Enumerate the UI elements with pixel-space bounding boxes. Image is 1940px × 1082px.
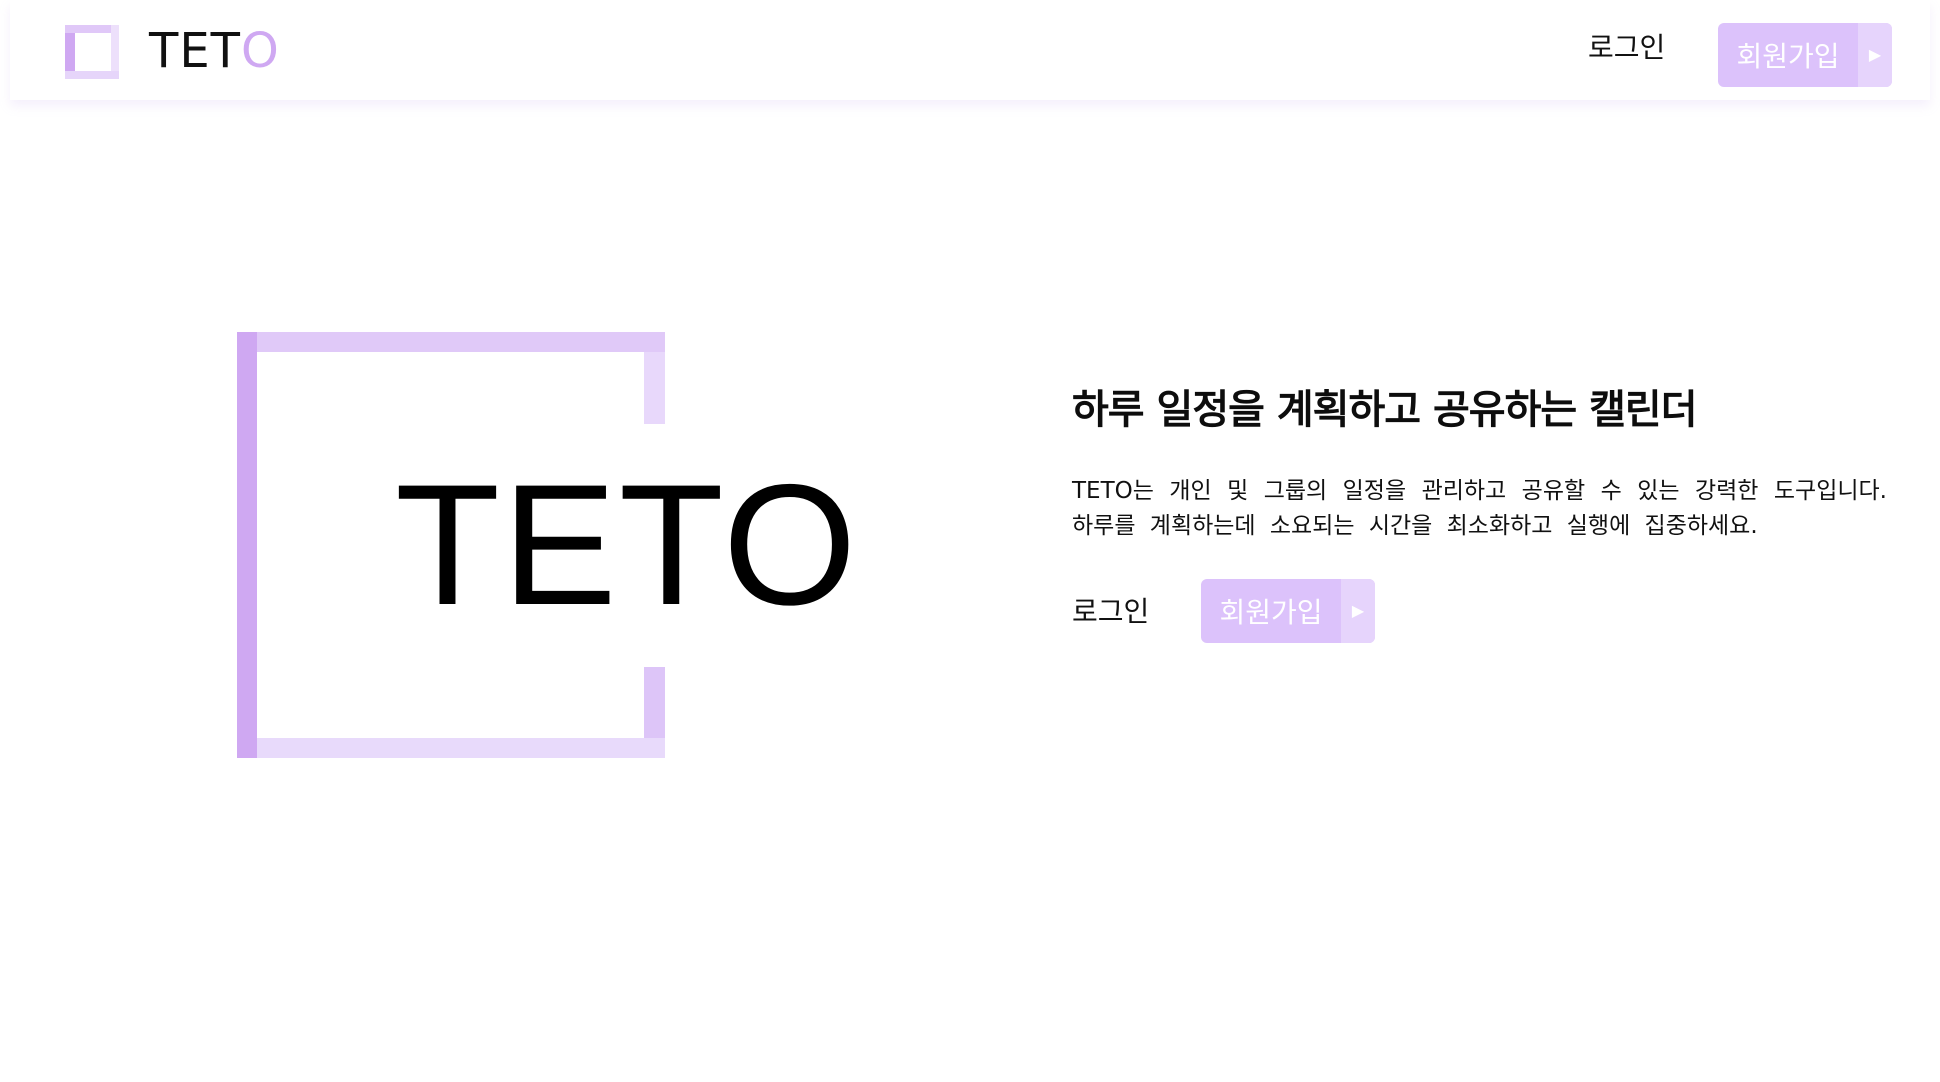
hero-signup-button[interactable]: 회원가입 ▶ xyxy=(1201,579,1375,643)
logo-text: TETO xyxy=(149,22,280,80)
play-arrow-icon: ▶ xyxy=(1858,23,1892,87)
hero-wordmark: TETO xyxy=(395,449,859,641)
hero-title: 하루 일정을 계획하고 공유하는 캘린더 xyxy=(1072,387,1698,433)
hero-signup-label: 회원가입 xyxy=(1219,596,1323,629)
nav-signup-label: 회원가입 xyxy=(1736,40,1840,73)
logo-text-accent: O xyxy=(240,23,280,79)
logo-text-main: TET xyxy=(149,23,241,79)
hero-login-link[interactable]: 로그인 xyxy=(1072,592,1149,632)
nav-signup-button[interactable]: 회원가입 ▶ xyxy=(1718,23,1892,87)
teto-logo-icon xyxy=(65,25,119,79)
play-arrow-icon: ▶ xyxy=(1341,579,1375,643)
nav-login-link[interactable]: 로그인 xyxy=(1588,28,1665,68)
top-navbar: TETO 로그인 회원가입 ▶ xyxy=(10,0,1930,100)
home-logo-link[interactable]: TETO xyxy=(65,22,295,82)
hero-description: TETO는 개인 및 그룹의 일정을 관리하고 공유할 수 있는 강력한 도구입… xyxy=(1072,478,1887,539)
